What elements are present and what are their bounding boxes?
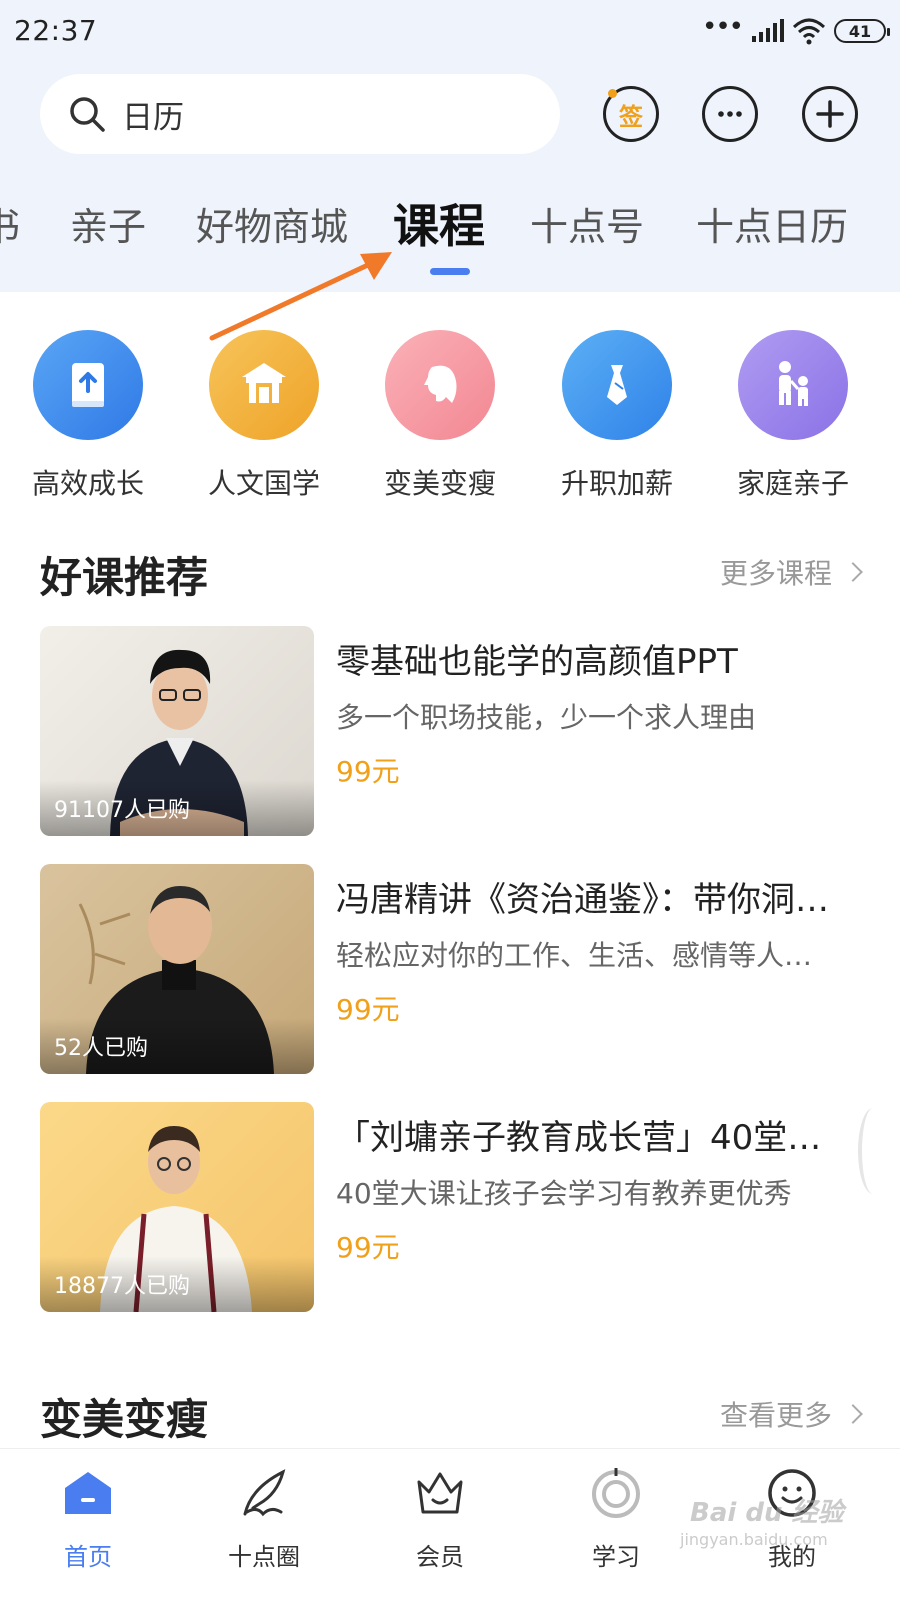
tab-courses[interactable]: 课程 xyxy=(393,190,485,256)
nav-home[interactable]: 首页 xyxy=(28,1465,148,1572)
chevron-right-icon xyxy=(843,1404,863,1424)
category-humanities[interactable]: 人文国学 xyxy=(189,330,339,502)
course-price: 99元 xyxy=(336,993,400,1026)
category-label: 升职加薪 xyxy=(560,467,673,500)
more-courses-link[interactable]: 更多课程 xyxy=(719,552,863,592)
search-icon xyxy=(70,97,105,132)
chevron-right-icon xyxy=(843,562,863,582)
battery-icon: 41 xyxy=(834,19,890,43)
category-label: 人文国学 xyxy=(207,467,320,500)
nav-label: 首页 xyxy=(64,1543,112,1571)
course-card[interactable]: 18877人已购 「刘墉亲子教育成长营」40堂… 40堂大课让孩子会学习有教养更… xyxy=(40,1102,860,1312)
category-career[interactable]: 升职加薪 xyxy=(542,330,692,502)
add-button[interactable] xyxy=(802,86,858,142)
home-icon xyxy=(60,1465,116,1521)
course-subtitle: 多一个职场技能，少一个求人理由 xyxy=(336,701,757,734)
feather-icon xyxy=(236,1465,292,1521)
tab-shidianhao[interactable]: 十点号 xyxy=(530,196,644,251)
course-thumbnail: 52人已购 xyxy=(40,864,314,1074)
buyer-count: 52人已购 xyxy=(54,1036,148,1061)
view-more-label: 查看更多 xyxy=(719,1399,832,1432)
category-growth[interactable]: 高效成长 xyxy=(13,330,163,502)
section-title-beauty: 变美变瘦 xyxy=(40,1395,209,1444)
study-icon xyxy=(588,1465,644,1521)
course-title: 零基础也能学的高颜值PPT xyxy=(336,642,738,682)
chat-icon xyxy=(718,111,742,117)
watermark-logo: Bai du 经验 xyxy=(690,1498,844,1528)
search-input[interactable]: 日历 xyxy=(40,74,560,154)
signin-label: 签 xyxy=(619,102,643,131)
category-tabs: 书 亲子 好物商城 课程 十点号 十点日历 xyxy=(0,196,900,266)
search-text: 日历 xyxy=(122,99,184,136)
nav-label: 十点圈 xyxy=(228,1543,300,1571)
nav-study[interactable]: 学习 xyxy=(556,1465,676,1572)
course-title: 「刘墉亲子教育成长营」40堂… xyxy=(336,1118,822,1158)
category-label: 家庭亲子 xyxy=(736,467,849,500)
course-card[interactable]: 91107人已购 零基础也能学的高颜值PPT 多一个职场技能，少一个求人理由 9… xyxy=(40,626,860,836)
nav-circle[interactable]: 十点圈 xyxy=(204,1465,324,1572)
section-title-recommended: 好课推荐 xyxy=(40,553,209,602)
course-thumbnail: 18877人已购 xyxy=(40,1102,314,1312)
tab-book[interactable]: 书 xyxy=(0,196,20,251)
tab-calendar[interactable]: 十点日历 xyxy=(696,196,848,251)
course-thumbnail: 91107人已购 xyxy=(40,626,314,836)
watermark-url: jingyan.baidu.com xyxy=(680,1530,828,1549)
signin-dot xyxy=(608,89,617,98)
message-button[interactable] xyxy=(702,86,758,142)
signal-icon xyxy=(752,19,784,42)
nav-member[interactable]: 会员 xyxy=(380,1465,500,1572)
book-upload-icon xyxy=(33,330,143,440)
category-family[interactable]: 家庭亲子 xyxy=(718,330,868,502)
woman-face-icon xyxy=(385,330,495,440)
nav-label: 学习 xyxy=(592,1543,640,1571)
signin-button[interactable]: 签 xyxy=(603,86,659,142)
tie-icon xyxy=(562,330,672,440)
course-card[interactable]: 52人已购 冯唐精讲《资治通鉴》：带你洞… 轻松应对你的工作、生活、感情等人… … xyxy=(40,864,860,1074)
active-tab-indicator xyxy=(430,268,470,275)
view-more-link[interactable]: 查看更多 xyxy=(719,1394,863,1434)
status-icons: ••• 41 xyxy=(701,12,890,48)
course-price: 99元 xyxy=(336,755,400,788)
buyer-count: 91107人已购 xyxy=(54,798,190,823)
nav-label: 会员 xyxy=(416,1543,464,1571)
course-subtitle: 轻松应对你的工作、生活、感情等人… xyxy=(336,939,813,972)
status-time: 22:37 xyxy=(14,14,98,47)
category-label: 高效成长 xyxy=(31,467,144,500)
category-beauty[interactable]: 变美变瘦 xyxy=(365,330,515,502)
plus-icon xyxy=(816,100,844,128)
more-dots-icon: ••• xyxy=(701,12,744,42)
pavilion-icon xyxy=(209,330,319,440)
parent-child-icon xyxy=(738,330,848,440)
course-subtitle: 40堂大课让孩子会学习有教养更优秀 xyxy=(336,1177,792,1210)
tab-parenting[interactable]: 亲子 xyxy=(70,196,146,251)
buyer-count: 18877人已购 xyxy=(54,1274,190,1299)
wifi-icon xyxy=(792,18,826,45)
category-label: 变美变瘦 xyxy=(383,467,496,500)
battery-level: 41 xyxy=(848,21,872,41)
more-courses-label: 更多课程 xyxy=(719,557,832,590)
course-price: 99元 xyxy=(336,1231,400,1264)
course-title: 冯唐精讲《资治通鉴》：带你洞… xyxy=(336,880,829,920)
crown-icon xyxy=(412,1465,468,1521)
side-drawer-handle[interactable] xyxy=(858,1108,888,1194)
status-bar: 22:37 ••• 41 xyxy=(0,0,900,62)
